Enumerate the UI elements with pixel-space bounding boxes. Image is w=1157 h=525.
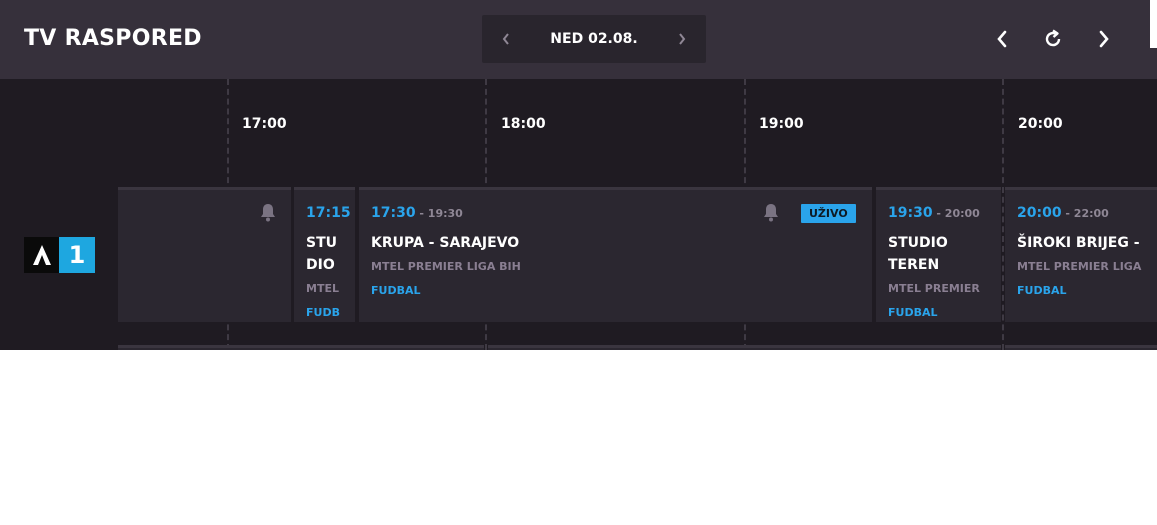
program-cell[interactable]: [118, 187, 291, 322]
channel-logo-mark: [24, 237, 59, 273]
program-cell[interactable]: 20:00 - 22:00 ŠIROKI BRIJEG - MTEL PREMI…: [1005, 187, 1157, 322]
next-row-cell[interactable]: [118, 345, 484, 350]
program-title: STUDIO TEREN MTEL PREMIER FUDBAL: [888, 232, 993, 322]
chevron-right-icon: [679, 33, 686, 45]
program-cell[interactable]: 19:30 - 20:00 STUDIO TEREN MTEL PREMIER …: [876, 187, 1001, 322]
program-title-text: STUDIO TEREN: [888, 235, 948, 273]
program-time: 19:30 - 20:00: [888, 205, 980, 221]
previous-day-button[interactable]: [482, 15, 530, 63]
arena-logo-icon: [32, 245, 51, 265]
time-label: 18:00: [501, 116, 546, 132]
program-time: 17:30 - 19:30: [371, 205, 463, 221]
program-title: KRUPA - SARAJEVO MTEL PREMIER LIGA BIH F…: [371, 232, 864, 302]
program-genre: FUDBAL: [1017, 284, 1067, 297]
header-edge: [1150, 48, 1157, 79]
scroll-left-button[interactable]: [984, 20, 1020, 58]
chevron-right-icon: [1099, 30, 1109, 48]
time-label: 19:00: [759, 116, 804, 132]
program-title-text: STU DIO: [306, 235, 338, 273]
program-league: MTEL PREMIER LIGA: [1017, 260, 1142, 273]
program-league: MTEL PREMIER: [888, 282, 980, 295]
program-end: - 20:00: [932, 207, 980, 220]
program-title: STU DIO MTEL FUDB: [306, 232, 347, 322]
live-badge: UŽIVO: [801, 204, 856, 223]
program-genre: FUDBAL: [371, 284, 421, 297]
scroll-right-button[interactable]: [1086, 20, 1122, 58]
top-bar: TV RASPORED NED 02.08.: [0, 0, 1150, 79]
next-row-cell[interactable]: [1005, 345, 1157, 350]
channel-logo[interactable]: 1: [24, 237, 95, 273]
program-start: 17:30: [371, 205, 416, 221]
page-title: TV RASPORED: [24, 26, 202, 51]
current-date[interactable]: NED 02.08.: [530, 31, 658, 47]
program-title: ŠIROKI BRIJEG - MTEL PREMIER LIGA FUDBAL: [1017, 232, 1157, 302]
bell-icon[interactable]: [259, 202, 277, 222]
program-end: - 19:30: [415, 207, 463, 220]
program-start: 20:00: [1017, 205, 1062, 221]
program-time: 17:15: [306, 205, 351, 221]
program-genre: FUDBAL: [888, 306, 938, 319]
bell-icon[interactable]: [762, 202, 780, 222]
refresh-icon: [1045, 29, 1061, 47]
epg-grid: 17:00 18:00 19:00 20:00 1 17:15 STU DIO …: [0, 79, 1157, 350]
program-end: - 22:00: [1061, 207, 1109, 220]
program-title-text: KRUPA - SARAJEVO: [371, 235, 520, 251]
chevron-left-icon: [502, 33, 509, 45]
program-cell[interactable]: 17:30 - 19:30 UŽIVO KRUPA - SARAJEVO MTE…: [359, 187, 872, 322]
channel-number: 1: [59, 237, 95, 273]
program-cell[interactable]: 17:15 STU DIO MTEL FUDB: [294, 187, 355, 322]
program-title-text: ŠIROKI BRIJEG -: [1017, 235, 1140, 251]
next-day-button[interactable]: [658, 15, 706, 63]
program-league: MTEL PREMIER LIGA BIH: [371, 260, 521, 273]
next-row-cell[interactable]: [488, 345, 1001, 350]
chevron-left-icon: [997, 30, 1007, 48]
program-start: 17:15: [306, 205, 351, 221]
reset-time-button[interactable]: [1035, 20, 1071, 58]
program-genre: FUDB: [306, 306, 340, 319]
program-league: MTEL: [306, 282, 339, 295]
time-label: 20:00: [1018, 116, 1063, 132]
date-selector: NED 02.08.: [482, 15, 706, 63]
program-start: 19:30: [888, 205, 933, 221]
time-label: 17:00: [242, 116, 287, 132]
time-divider: [1002, 79, 1004, 350]
program-time: 20:00 - 22:00: [1017, 205, 1109, 221]
